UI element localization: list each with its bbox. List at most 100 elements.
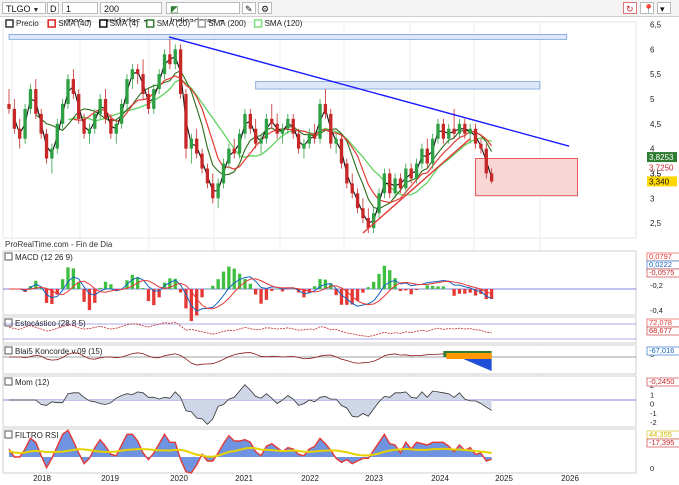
macd-histogram-bar [388,270,392,289]
candle-body [404,168,408,189]
candle-body [447,128,451,139]
macd-histogram-bar [414,289,419,291]
macd-histogram-bar [259,289,263,304]
candle-body [157,74,161,90]
macd-histogram-bar [457,289,462,294]
ticker-value: TLGO [6,4,31,14]
x-tick-label: 2025 [495,474,513,483]
candle-body [345,163,349,184]
macd-histogram-bar [398,289,403,292]
candle-body [436,123,440,139]
candle-body [103,98,108,119]
draw-tool-button[interactable]: ✎ [242,2,256,14]
y-tick-label: 5,5 [650,70,662,79]
panel-legend-swatch [4,318,13,327]
candle-body [468,128,472,134]
price-tag-last: 3,340 [649,177,670,186]
candle-body [178,49,183,94]
candle-body [463,123,467,134]
candle-body [409,168,413,179]
macd-histogram-bar [404,289,408,291]
panel-label-momentum: Mom (12) [15,378,50,387]
candle-body [12,108,17,129]
macd-histogram-bar [200,289,204,298]
candle-body [355,193,360,209]
pin-icon: 📍 [643,4,655,14]
macd-histogram-bar [221,271,226,289]
macd-histogram-bar [393,278,397,289]
more-icon: ▾ [660,4,665,14]
legend-swatch [253,19,263,28]
candle-body [205,168,210,184]
legend-swatch [5,19,14,28]
macd-histogram-bar [82,289,86,302]
macd-histogram-bar [468,289,472,293]
indicators-button[interactable]: ◩ Indicadores▼ [166,2,240,26]
legend-swatch [197,19,207,28]
candle-body [280,128,285,134]
candle-body [173,49,177,65]
y-tick-label: 3 [650,194,655,203]
toolbar: TLGO▼ D 1 mes▼ 200 unidades▼ ◩ Indicador… [0,0,679,26]
panel-tick-label: 0 [650,464,654,473]
source-label: ProRealTime.com - Fin de Dia [5,240,113,249]
refresh-icon: ↻ [626,4,634,14]
macd-histogram-bar [452,289,456,296]
candle-body [66,79,70,104]
macd-histogram-bar [216,279,220,289]
candle-body [270,118,274,124]
candle-body [50,148,54,159]
panel-legend-swatch [4,377,13,386]
candle-body [302,143,306,149]
settings-button[interactable]: ⚙ [258,2,272,14]
candle-body [77,94,81,119]
x-tick-label: 2026 [561,474,579,483]
macd-histogram-bar [146,289,151,302]
candle-body [393,178,397,194]
units-select[interactable]: 200 unidades▼ [100,2,162,26]
ticker-type-button[interactable]: D [47,2,59,14]
period-select[interactable]: 1 mes▼ [62,2,98,26]
candle-body [146,94,151,109]
macd-histogram-bar [366,287,370,289]
legend-label: SMA (120) [265,19,303,28]
candle-body [141,74,145,94]
candle-body [216,183,220,199]
candle-body [195,138,199,154]
refresh-button[interactable]: ↻ [623,2,637,14]
panel-value: -17,395 [649,438,674,447]
candle-body [296,133,301,149]
macd-histogram-bar [205,288,210,289]
candle-body [130,69,135,80]
candle-body [232,148,236,154]
candle-body [323,103,328,114]
chevron-down-icon: ▼ [32,7,40,14]
candle-body [291,118,295,134]
candle-body [254,128,258,144]
macd-histogram-bar [430,285,435,289]
candle-body [457,123,462,134]
candle-body [125,79,129,104]
macd-histogram-bar [361,289,365,293]
candle-body [377,193,381,214]
chart-canvas[interactable]: 2018 2019 2020 2021 2022 2023 2024 2025 2026 2,5 3… [0,16,679,485]
legend-swatch [99,19,108,28]
candle-body [34,89,38,114]
candle-body [479,143,483,149]
x-tick-label: 2020 [170,474,188,483]
panel-label-filtro-rsi: FILTRO RSI [15,431,58,440]
x-tick-label: 2018 [33,474,51,483]
ticker-select[interactable]: TLGO ▼ [2,2,46,14]
x-tick-label: 2024 [431,474,449,483]
legend-label: SMA (200) [208,19,246,28]
candle-body [39,113,43,134]
more-button[interactable]: ▾ [657,2,671,14]
candle-body [318,103,322,139]
panel-value: -0,0575 [649,268,674,277]
candle-body [200,153,204,169]
panel-tick-label: -0,4 [650,306,663,315]
candle-body [152,89,156,109]
macd-histogram-bar [463,289,467,294]
macd-histogram-bar [66,267,70,289]
pin-button[interactable]: 📍 [640,2,654,14]
